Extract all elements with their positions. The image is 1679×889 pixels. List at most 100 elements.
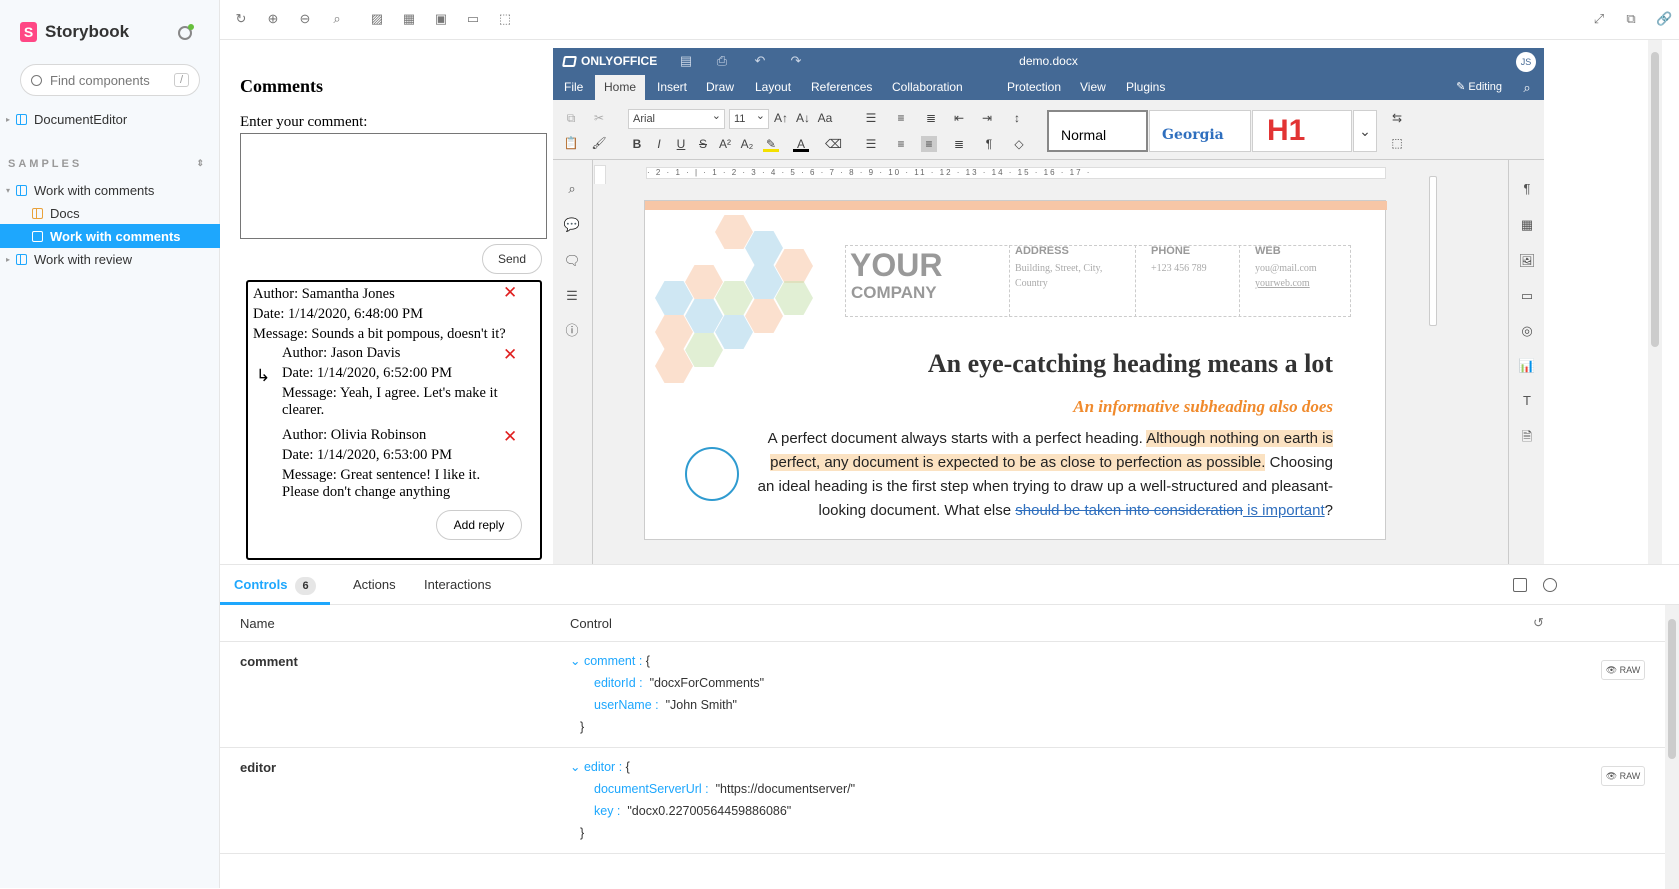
select-all-icon[interactable]: ⬚ (1389, 135, 1405, 151)
change-case-icon[interactable]: Aa (817, 110, 833, 126)
italic-icon[interactable]: I (651, 136, 667, 152)
tab-view[interactable]: View (1071, 75, 1115, 100)
grid-icon[interactable]: ▦ (402, 12, 416, 26)
underline-icon[interactable]: U (673, 136, 689, 152)
mail-merge-icon[interactable]: 🗎 (1518, 428, 1536, 446)
style-normal[interactable]: Normal (1047, 110, 1148, 152)
expand-collapse-icon[interactable]: ⇕ (196, 158, 204, 169)
send-button[interactable]: Send (482, 244, 542, 274)
search-icon[interactable]: ⌕ (563, 180, 581, 198)
tab-controls[interactable]: Controls 6 (220, 565, 330, 605)
replace-icon[interactable]: ⇆ (1389, 110, 1405, 126)
about-icon[interactable]: ⓘ (563, 322, 581, 340)
tab-references[interactable]: References (802, 75, 881, 100)
scroll-thumb[interactable] (1651, 52, 1659, 347)
zoom-reset-icon[interactable]: ⌕ (330, 12, 344, 26)
object-editor[interactable]: ⌄ editor : { documentServerUrl : "https:… (570, 756, 855, 844)
fullscreen-icon[interactable]: ⤢ (1592, 12, 1606, 26)
zoom-out-icon[interactable]: ⊖ (298, 12, 312, 26)
scroll-thumb[interactable] (1668, 619, 1676, 759)
tab-file[interactable]: File (555, 75, 592, 100)
comment-textarea[interactable] (240, 133, 547, 239)
delete-reply-icon[interactable]: ✕ (503, 345, 517, 366)
paragraph-settings-icon[interactable]: ¶ (1518, 180, 1536, 198)
format-painter-icon[interactable]: 🖌 (591, 135, 607, 151)
tab-plugins[interactable]: Plugins (1117, 75, 1174, 100)
multilevel-icon[interactable]: ≣ (923, 110, 939, 126)
align-right-icon[interactable]: ≡ (921, 136, 937, 152)
paragraph-marks-icon[interactable]: ¶ (981, 136, 997, 152)
text-art-settings-icon[interactable]: T (1518, 392, 1536, 410)
cut-icon[interactable]: ✂ (591, 110, 607, 126)
styles-expand-chevron-icon[interactable]: ⌄ (1353, 110, 1377, 152)
align-center-icon[interactable]: ≡ (893, 136, 909, 152)
raw-toggle-button[interactable]: 👁 RAW (1601, 660, 1645, 680)
image-settings-icon[interactable]: 🖼 (1518, 252, 1536, 270)
increase-indent-icon[interactable]: ⇥ (979, 110, 995, 126)
clear-style-icon[interactable]: ⌫ (825, 136, 842, 152)
tab-interactions[interactable]: Interactions (410, 565, 505, 605)
zoom-in-icon[interactable]: ⊕ (266, 12, 280, 26)
highlight-icon[interactable]: ✎ (763, 136, 779, 152)
outline-icon[interactable]: ⬚ (498, 12, 512, 26)
justify-icon[interactable]: ≣ (951, 136, 967, 152)
copy-link-icon[interactable]: 🔗 (1656, 12, 1672, 26)
property-value[interactable]: "John Smith" (666, 698, 737, 712)
tab-draw[interactable]: Draw (697, 75, 743, 100)
settings-gear-icon[interactable] (178, 24, 194, 40)
shape-settings-icon[interactable]: ◎ (1518, 322, 1536, 340)
search-icon[interactable]: ⌕ (1520, 81, 1534, 95)
increase-font-icon[interactable]: A↑ (773, 110, 789, 126)
sidebar-item-work-with-review[interactable]: ▸ Work with review (0, 247, 220, 271)
background-icon[interactable]: ▨ (370, 12, 384, 26)
raw-toggle-button[interactable]: 👁 RAW (1601, 766, 1645, 786)
style-georgia[interactable]: Georgia (1149, 110, 1251, 152)
style-h1[interactable]: H1 (1252, 110, 1352, 152)
tab-actions[interactable]: Actions (339, 565, 410, 605)
preview-scrollbar[interactable] (1648, 40, 1662, 564)
paste-icon[interactable]: 📋 (563, 135, 579, 151)
shading-icon[interactable]: ◇ (1011, 136, 1027, 152)
property-value[interactable]: "docx0.22700564459886086" (627, 804, 791, 818)
font-family-select[interactable]: Arial (628, 107, 725, 129)
property-value[interactable]: "docxForComments" (650, 676, 764, 690)
document-canvas[interactable]: YOUR COMPANY ADDRESS Building, Street, C… (594, 184, 1507, 564)
tab-insert[interactable]: Insert (648, 75, 696, 100)
delete-reply-icon[interactable]: ✕ (503, 427, 517, 448)
chart-settings-icon[interactable]: 📊 (1518, 357, 1536, 375)
scroll-thumb[interactable] (1429, 176, 1437, 326)
bullets-icon[interactable]: ☰ (863, 110, 879, 126)
search-input[interactable]: Find components / (20, 64, 200, 96)
line-spacing-icon[interactable]: ↕ (1009, 110, 1025, 126)
decrease-indent-icon[interactable]: ⇤ (951, 110, 967, 126)
reload-icon[interactable]: ↻ (234, 12, 248, 26)
document-page[interactable]: YOUR COMPANY ADDRESS Building, Street, C… (644, 200, 1387, 540)
sidebar-item-work-with-comments-group[interactable]: ▾ Work with comments (0, 178, 220, 202)
panel-orientation-icon[interactable] (1513, 578, 1527, 592)
tab-protection[interactable]: Protection (998, 75, 1070, 100)
addons-scrollbar[interactable] (1665, 605, 1679, 889)
horizontal-ruler[interactable]: · 2 · 1 · | · 1 · 2 · 3 · 4 · 5 · 6 · 7 … (646, 167, 1386, 179)
measure-icon[interactable]: ▭ (466, 12, 480, 26)
subscript-icon[interactable]: A₂ (739, 136, 755, 152)
collapse-caret-icon[interactable]: ⌄ (570, 760, 584, 774)
tab-layout[interactable]: Layout (746, 75, 800, 100)
numbering-icon[interactable]: ≡ (893, 110, 909, 126)
property-value[interactable]: "https://documentserver/" (716, 782, 856, 796)
storybook-brand[interactable]: S Storybook (20, 22, 129, 42)
viewport-icon[interactable]: ▣ (434, 12, 448, 26)
font-color-icon[interactable]: A (793, 136, 809, 152)
collapse-caret-icon[interactable]: ⌄ (570, 654, 584, 668)
decrease-font-icon[interactable]: A↓ (795, 110, 811, 126)
tracked-deletion[interactable]: should be taken into consideration (1015, 502, 1243, 519)
object-editor[interactable]: ⌄ comment : { editorId : "docxForComment… (570, 650, 764, 738)
tab-home[interactable]: Home (595, 75, 646, 100)
tab-collaboration[interactable]: Collaboration (883, 75, 972, 100)
reset-controls-icon[interactable]: ↺ (1533, 615, 1544, 631)
comments-icon[interactable]: 💬 (563, 216, 581, 234)
sidebar-item-documenteditor[interactable]: ▸ DocumentEditor (0, 107, 220, 131)
samples-section-header[interactable]: SAMPLES ⇕ (8, 158, 204, 170)
tracked-insertion[interactable]: is important (1243, 502, 1325, 519)
bold-icon[interactable]: B (629, 136, 645, 152)
table-settings-icon[interactable]: ▦ (1518, 216, 1536, 234)
